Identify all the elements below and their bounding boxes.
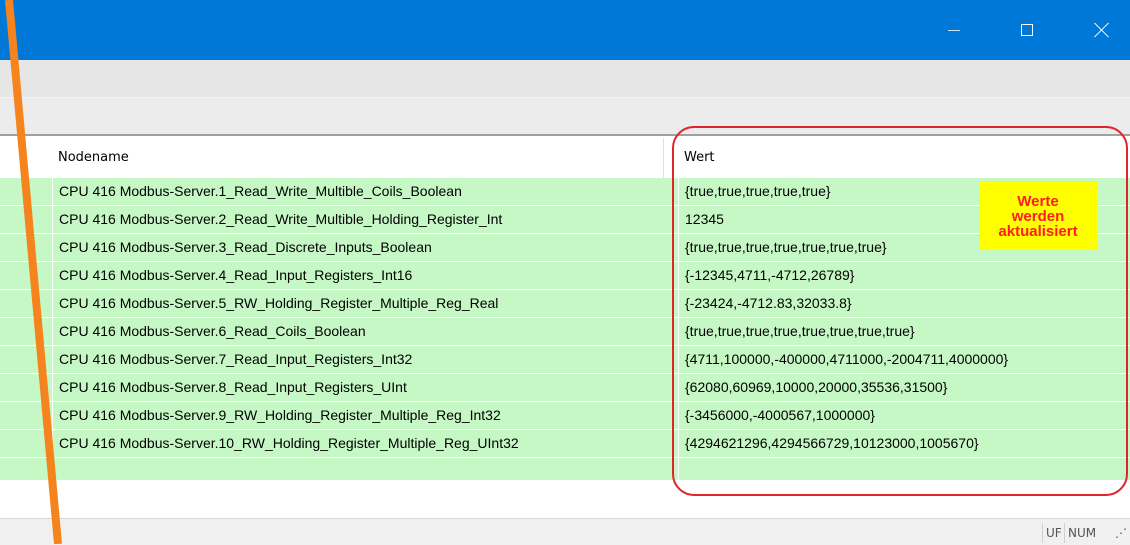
- table-row[interactable]: CPU 416 Modbus-Server.8_Read_Input_Regis…: [0, 374, 1130, 402]
- menu-bar: [0, 60, 1130, 98]
- empty-row: [0, 458, 1130, 481]
- column-header-nodename[interactable]: Nodename: [52, 138, 664, 178]
- note-line-1: Werte: [1017, 192, 1059, 210]
- cell-wert: {-3456000,-4000567,1000000}: [678, 402, 1128, 429]
- cell-wert: {true,true,true,true,true,true,true,true…: [678, 318, 1128, 345]
- header-row-indicator: [0, 138, 50, 178]
- table-row[interactable]: CPU 416 Modbus-Server.1_Read_Write_Multi…: [0, 178, 1130, 206]
- title-bar: [0, 0, 1130, 60]
- table-row[interactable]: CPU 416 Modbus-Server.2_Read_Write_Multi…: [0, 206, 1130, 234]
- column-separator: [678, 458, 679, 480]
- cell-nodename: CPU 416 Modbus-Server.9_RW_Holding_Regis…: [52, 402, 664, 429]
- update-note: Werte werden aktualisiert: [979, 182, 1097, 250]
- minimize-icon: [948, 29, 960, 31]
- status-uf: UF: [1042, 523, 1065, 543]
- status-bar: UF NUM ⋰: [0, 518, 1130, 545]
- table-row[interactable]: CPU 416 Modbus-Server.10_RW_Holding_Regi…: [0, 430, 1130, 458]
- grid-rows: CPU 416 Modbus-Server.1_Read_Write_Multi…: [0, 178, 1130, 481]
- node-value-grid: Nodename Wert CPU 416 Modbus-Server.1_Re…: [0, 138, 1130, 518]
- cell-nodename: CPU 416 Modbus-Server.3_Read_Discrete_In…: [52, 234, 664, 261]
- column-separator: [52, 458, 53, 480]
- toolbar: [0, 98, 1130, 136]
- cell-wert: {-23424,-4712.83,32033.8}: [678, 290, 1128, 317]
- table-row[interactable]: CPU 416 Modbus-Server.7_Read_Input_Regis…: [0, 346, 1130, 374]
- note-line-3: aktualisiert: [998, 222, 1078, 240]
- maximize-button[interactable]: [995, 0, 1059, 60]
- cell-nodename: CPU 416 Modbus-Server.6_Read_Coils_Boole…: [52, 318, 664, 345]
- cell-wert: {4711,100000,-400000,4711000,-2004711,40…: [678, 346, 1128, 373]
- column-header-wert[interactable]: Wert: [678, 138, 1118, 178]
- cell-nodename: CPU 416 Modbus-Server.2_Read_Write_Multi…: [52, 206, 664, 233]
- maximize-icon: [1021, 24, 1033, 36]
- cell-nodename: CPU 416 Modbus-Server.8_Read_Input_Regis…: [52, 374, 664, 401]
- table-row[interactable]: CPU 416 Modbus-Server.9_RW_Holding_Regis…: [0, 402, 1130, 430]
- close-button[interactable]: [1070, 0, 1130, 60]
- table-row[interactable]: CPU 416 Modbus-Server.3_Read_Discrete_In…: [0, 234, 1130, 262]
- grid-header: Nodename Wert: [0, 138, 1130, 178]
- cell-nodename: CPU 416 Modbus-Server.5_RW_Holding_Regis…: [52, 290, 664, 317]
- cell-wert: {62080,60969,10000,20000,35536,31500}: [678, 374, 1128, 401]
- cell-nodename: CPU 416 Modbus-Server.1_Read_Write_Multi…: [52, 178, 664, 205]
- table-row[interactable]: CPU 416 Modbus-Server.6_Read_Coils_Boole…: [0, 318, 1130, 346]
- status-num-lock: NUM: [1064, 523, 1099, 543]
- resize-grip-icon[interactable]: ⋰: [1112, 523, 1130, 543]
- cell-wert: {-12345,4711,-4712,26789}: [678, 262, 1128, 289]
- note-line-2: werden: [1011, 207, 1065, 225]
- table-row[interactable]: CPU 416 Modbus-Server.4_Read_Input_Regis…: [0, 262, 1130, 290]
- cell-nodename: CPU 416 Modbus-Server.7_Read_Input_Regis…: [52, 346, 664, 373]
- close-icon: [1094, 22, 1110, 38]
- table-row[interactable]: CPU 416 Modbus-Server.5_RW_Holding_Regis…: [0, 290, 1130, 318]
- cell-nodename: CPU 416 Modbus-Server.4_Read_Input_Regis…: [52, 262, 664, 289]
- cell-wert: {4294621296,4294566729,10123000,1005670}: [678, 430, 1128, 457]
- cell-nodename: CPU 416 Modbus-Server.10_RW_Holding_Regi…: [52, 430, 664, 457]
- minimize-button[interactable]: [922, 0, 986, 60]
